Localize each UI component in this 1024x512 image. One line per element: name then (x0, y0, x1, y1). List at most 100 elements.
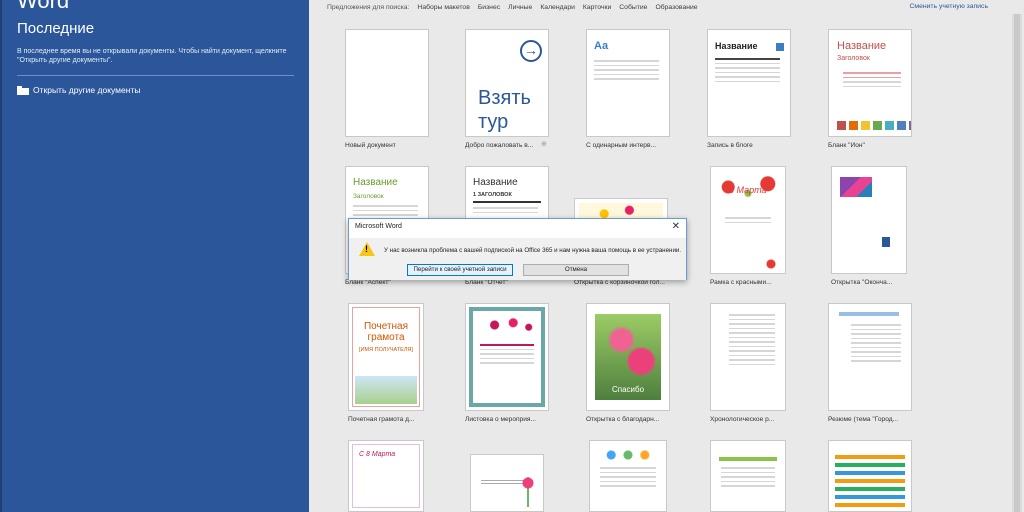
image-icon (776, 43, 784, 51)
template-green-form[interactable] (710, 440, 786, 512)
scrollbar-thumb[interactable] (1014, 14, 1020, 512)
header-bar (719, 457, 777, 461)
ion-title: Название (837, 40, 887, 52)
template-red-frame[interactable]: 8 Марта (710, 166, 786, 274)
open-other-documents-link[interactable]: Открыть другие документы (17, 85, 140, 95)
pin-icon[interactable]: ⊕ (541, 140, 547, 148)
template-caption: Бланк "Аспект" (345, 279, 391, 286)
color-swatch (861, 121, 870, 130)
text-lines (473, 207, 538, 216)
flower-icon (763, 259, 779, 269)
template-take-tour[interactable]: → Взять тур (465, 29, 549, 137)
suggest-link-event[interactable]: Событие (619, 4, 647, 11)
template-graduation-card[interactable] (831, 166, 907, 274)
suggest-link-personal[interactable]: Личные (508, 4, 532, 11)
suggest-link-cards[interactable]: Карточки (583, 4, 611, 11)
tour-text: Взять тур (478, 87, 531, 133)
switch-account-link[interactable]: Сменить учетную запись (909, 3, 988, 10)
template-caption: Открытка с благодарн... (586, 416, 660, 423)
aspect-title: Название (353, 177, 398, 188)
dialog-body: ! У нас возникла проблема с вашей подпис… (349, 238, 686, 280)
kids-image (355, 376, 417, 404)
card-title: С 8 Марта (359, 451, 396, 458)
template-certificate[interactable]: Почетная грамота [ИМЯ ПОЛУЧАТЕЛЯ] (348, 303, 424, 411)
text-lines (851, 324, 901, 365)
close-icon[interactable]: ✕ (672, 221, 680, 232)
suggest-label: Предложения для поиска: (327, 4, 410, 11)
certificate-title: Почетная грамота (363, 321, 409, 343)
template-ion[interactable]: Название Заголовок (828, 29, 912, 137)
template-event-flyer[interactable] (465, 303, 549, 411)
text-lines (353, 205, 418, 219)
template-caption: Хронологическое р... (710, 416, 775, 423)
color-swatch (837, 121, 846, 130)
suggest-link-education[interactable]: Образование (655, 4, 697, 11)
template-caption: Бланк "Отчет" (465, 279, 508, 286)
recent-panel: Word Последние В последнее время вы не о… (0, 0, 309, 512)
report-subtitle: 1 ЗАГОЛОВОК (473, 192, 512, 198)
template-caption: Бланк "Ион" (828, 142, 865, 149)
text-lines (729, 314, 775, 368)
text-lines (594, 60, 659, 83)
template-school-newsletter[interactable] (589, 440, 667, 512)
color-swatch (909, 121, 911, 130)
suggest-link-calendars[interactable]: Календари (540, 4, 575, 11)
ion-subtitle: Заголовок (837, 55, 870, 62)
color-swatch (849, 121, 858, 130)
color-swatch (873, 121, 882, 130)
lily-image (521, 477, 535, 507)
text-lines (843, 72, 901, 90)
template-thank-you-card[interactable]: Спасибо (586, 303, 670, 411)
icons-row (600, 449, 656, 461)
template-march-8-card[interactable]: С 8 Марта (348, 440, 424, 512)
color-swatch (885, 121, 894, 130)
template-blog-post[interactable]: Название (707, 29, 791, 137)
dialog-message: У нас возникла проблема с вашей подписко… (384, 247, 682, 254)
sakura-branch-image (476, 314, 538, 336)
card-title: 8 Марта (729, 185, 767, 195)
recent-title: Последние (17, 20, 95, 37)
scrollbar[interactable] (1012, 14, 1022, 512)
subscription-error-dialog: Microsoft Word ✕ ! У нас возникла пробле… (348, 218, 687, 280)
template-letter[interactable] (470, 454, 544, 512)
divider (473, 201, 541, 203)
template-caption: Новый документ (345, 142, 396, 149)
open-other-label: Открыть другие документы (33, 85, 141, 95)
template-chronological-resume[interactable] (710, 303, 786, 411)
report-title: Название (473, 177, 518, 188)
app-title: Word (17, 0, 70, 13)
template-caption: Листовка о мероприя... (465, 416, 536, 423)
warning-mark: ! (365, 244, 368, 254)
aa-text: Aa (594, 40, 609, 52)
text-lines (480, 344, 534, 367)
color-swatch (897, 121, 906, 130)
divider (17, 75, 294, 76)
template-caption: Резюме (тема "Город... (828, 416, 899, 423)
suggest-link-business[interactable]: Бизнес (478, 4, 500, 11)
text-lines (600, 467, 656, 490)
template-schedule[interactable] (828, 440, 912, 512)
schedule-grid (835, 455, 905, 511)
template-caption: Открытка "Оконча... (831, 279, 893, 286)
template-resume-city[interactable] (828, 303, 912, 411)
recent-description: В последнее время вы не открывали докуме… (17, 48, 287, 64)
template-caption: Запись в блоге (707, 142, 753, 149)
color-swatches (837, 121, 911, 130)
certificate-subtitle: [ИМЯ ПОЛУЧАТЕЛЯ] (359, 347, 413, 353)
suggest-link-layouts[interactable]: Наборы макетов (417, 4, 469, 11)
template-single-spaced[interactable]: Aa (586, 29, 670, 137)
blog-title: Название (715, 41, 758, 51)
folder-open-icon (17, 85, 29, 95)
graduation-image (840, 177, 872, 197)
search-suggestions: Предложения для поиска: Наборы макетов Б… (327, 4, 698, 11)
template-blank-document[interactable] (345, 29, 429, 137)
text-lines (721, 467, 775, 490)
template-caption: С одинарным интерв... (586, 142, 656, 149)
template-caption: Открытка с корзиночкой гол... (574, 279, 665, 286)
cancel-button[interactable]: Отмена (523, 264, 629, 276)
dialog-title: Microsoft Word (355, 223, 402, 230)
template-caption: Почетная грамота д... (348, 416, 415, 423)
text-lines (725, 217, 771, 226)
go-to-account-button[interactable]: Перейти к своей учетной записи (407, 264, 513, 276)
arrow-right-icon: → (520, 40, 542, 62)
